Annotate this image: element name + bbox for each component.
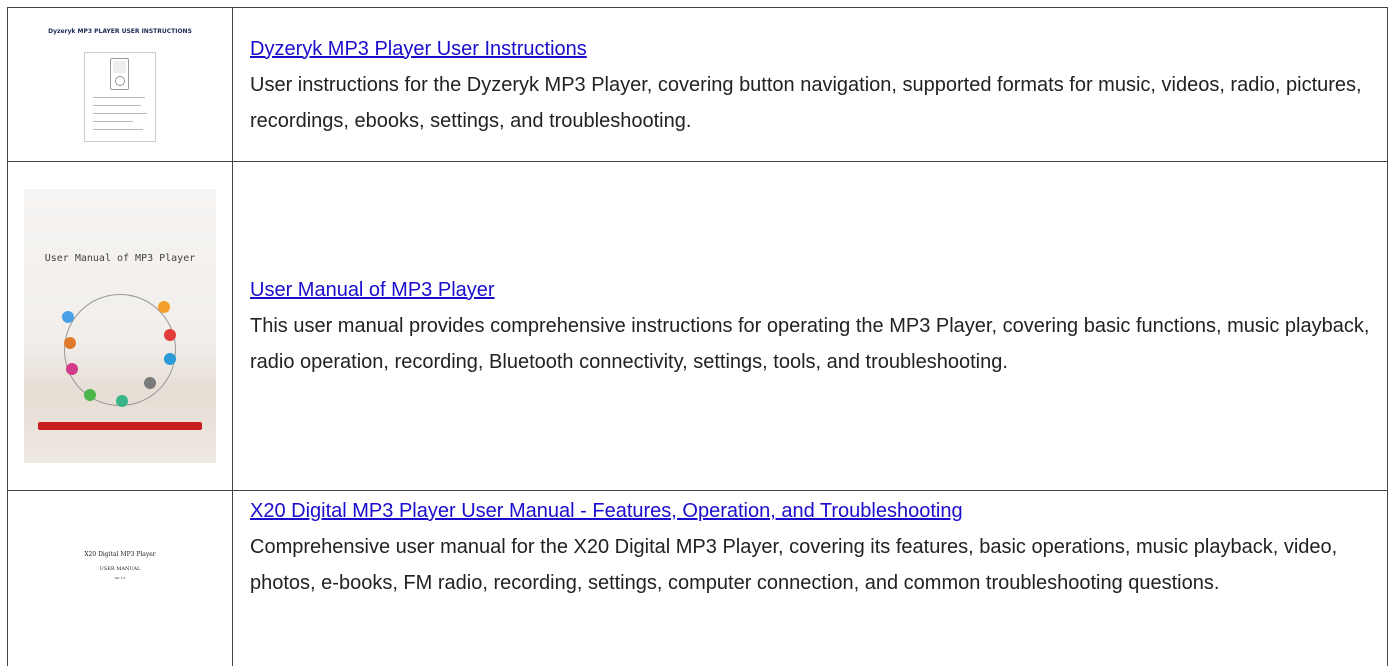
table-row: Dyzeryk MP3 PLAYER USER INSTRUCTIONS Dyz… <box>7 7 1388 162</box>
document-thumbnail[interactable]: X20 Digital MP3 Player USER MANUAL Ver 1… <box>40 550 200 631</box>
menu-dot-icon <box>62 311 74 323</box>
menu-dot-icon <box>144 377 156 389</box>
document-thumbnail[interactable]: User Manual of MP3 Player <box>24 189 216 463</box>
result-title-link[interactable]: X20 Digital MP3 Player User Manual - Fea… <box>250 493 1373 529</box>
menu-dot-icon <box>164 329 176 341</box>
menu-dot-icon <box>116 395 128 407</box>
thumbnail-caption: User Manual of MP3 Player <box>44 253 196 264</box>
thumbnail-cell: User Manual of MP3 Player <box>7 161 233 491</box>
thumbnail-caption: X20 Digital MP3 Player <box>84 550 156 558</box>
results-table: Dyzeryk MP3 PLAYER USER INSTRUCTIONS Dyz… <box>7 7 1388 666</box>
thumbnail-subcaption: USER MANUAL <box>99 565 141 572</box>
thumbnail-cell: X20 Digital MP3 Player USER MANUAL Ver 1… <box>7 490 233 666</box>
thumbnail-version: Ver 1.0 <box>114 575 126 580</box>
thumbnail-caption: Dyzeryk MP3 PLAYER USER INSTRUCTIONS <box>48 27 192 35</box>
footer-bar <box>38 422 202 430</box>
menu-dot-icon <box>158 301 170 313</box>
menu-dot-icon <box>64 337 76 349</box>
device-diagram <box>84 51 156 142</box>
result-description: User instructions for the Dyzeryk MP3 Pl… <box>250 73 1362 132</box>
result-description: Comprehensive user manual for the X20 Di… <box>250 536 1338 594</box>
result-text-cell: User Manual of MP3 Player This user manu… <box>232 161 1388 491</box>
result-title-link[interactable]: Dyzeryk MP3 Player User Instructions <box>250 31 1373 67</box>
table-row: User Manual of MP3 Player User Manual of… <box>7 161 1388 491</box>
thumbnail-cell: Dyzeryk MP3 PLAYER USER INSTRUCTIONS <box>7 7 233 162</box>
menu-dot-icon <box>84 389 96 401</box>
table-row: X20 Digital MP3 Player USER MANUAL Ver 1… <box>7 490 1388 666</box>
document-thumbnail[interactable]: Dyzeryk MP3 PLAYER USER INSTRUCTIONS <box>40 27 200 148</box>
result-text-cell: X20 Digital MP3 Player User Manual - Fea… <box>232 490 1388 666</box>
result-text-cell: Dyzeryk MP3 Player User Instructions Use… <box>232 7 1388 162</box>
menu-dot-icon <box>66 363 78 375</box>
result-description: This user manual provides comprehensive … <box>250 315 1370 373</box>
mp3-player-icon <box>110 57 129 90</box>
result-title-link[interactable]: User Manual of MP3 Player <box>250 272 1373 308</box>
menu-dot-icon <box>164 353 176 365</box>
